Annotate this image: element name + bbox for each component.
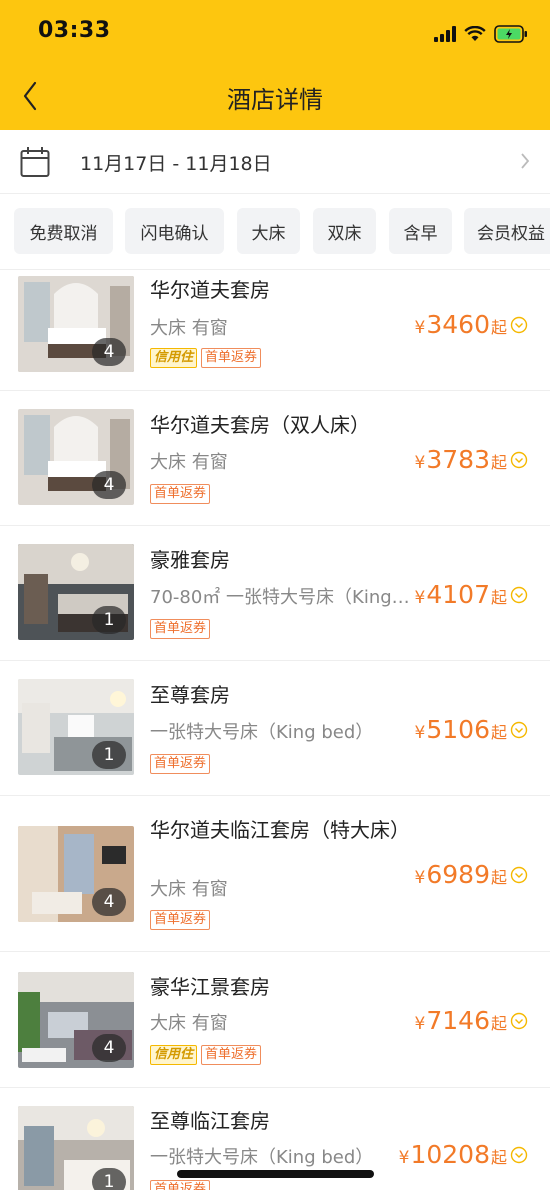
first-order-coupon-tag: 首单返券 [201, 1045, 262, 1065]
price-suffix: 起 [490, 723, 507, 742]
room-card[interactable]: 4 华尔道夫套房（双人床） 大床 有窗 首单返券 ¥ 3783 起 [0, 391, 550, 526]
expand-chevron-icon [510, 451, 528, 468]
expand-chevron-icon [510, 316, 528, 333]
price-value: 3783 [426, 445, 490, 474]
room-price[interactable]: ¥ 6989 起 [415, 860, 528, 889]
room-desc: 大床 有窗 [150, 452, 228, 473]
room-photo[interactable]: 1 [18, 679, 134, 775]
currency-symbol: ¥ [414, 318, 426, 338]
room-price[interactable]: ¥ 7146 起 [415, 1006, 528, 1035]
currency-symbol: ¥ [414, 723, 426, 743]
room-name: 华尔道夫临江套房（特大床） [150, 818, 410, 842]
first-order-coupon-tag: 首单返券 [201, 348, 262, 368]
photo-count: 4 [92, 471, 126, 499]
chevron-right-icon [521, 153, 530, 169]
price-suffix: 起 [490, 1014, 507, 1033]
room-name: 豪雅套房 [150, 548, 230, 572]
price-suffix: 起 [490, 318, 507, 337]
room-price[interactable]: ¥ 5106 起 [415, 715, 528, 744]
price-value: 6989 [426, 860, 490, 889]
room-card[interactable]: 4 豪华江景套房 大床 有窗 信用住 首单返券 ¥ 7146 起 [0, 952, 550, 1088]
wifi-icon [464, 26, 486, 42]
currency-symbol: ¥ [414, 453, 426, 473]
filter-twin-bed[interactable]: 双床 [313, 208, 376, 254]
room-name: 豪华江景套房 [150, 975, 270, 999]
room-price[interactable]: ¥ 10208 起 [399, 1140, 528, 1169]
expand-chevron-icon [510, 1012, 528, 1029]
status-time: 03:33 [38, 18, 111, 43]
first-order-coupon-tag: 首单返券 [150, 754, 211, 774]
photo-count: 4 [92, 1034, 126, 1062]
price-suffix: 起 [490, 453, 507, 472]
filter-instant-confirm[interactable]: 闪电确认 [125, 208, 224, 254]
photo-count: 4 [92, 338, 126, 366]
signal-icon [434, 26, 456, 42]
date-selector[interactable]: 11月17日 - 11月18日 [0, 130, 550, 194]
room-desc: 一张特大号床（King bed） [150, 1147, 374, 1168]
room-name: 至尊套房 [150, 683, 230, 707]
photo-count: 1 [92, 1168, 126, 1190]
room-photo[interactable]: 4 [18, 972, 134, 1068]
currency-symbol: ¥ [414, 588, 426, 608]
first-order-coupon-tag: 首单返券 [150, 619, 211, 639]
app-header: 03:33 酒店详情 [0, 0, 550, 130]
room-name: 华尔道夫套房 [150, 278, 270, 302]
filter-king-bed[interactable]: 大床 [237, 208, 300, 254]
expand-chevron-icon [510, 1146, 528, 1163]
price-value: 4107 [426, 580, 490, 609]
filter-member-benefits[interactable]: 会员权益 [464, 208, 550, 254]
room-price[interactable]: ¥ 4107 起 [415, 580, 528, 609]
room-price[interactable]: ¥ 3460 起 [415, 310, 528, 339]
price-value: 10208 [410, 1140, 490, 1169]
photo-count: 4 [92, 888, 126, 916]
room-photo[interactable]: 1 [18, 544, 134, 640]
expand-chevron-icon [510, 586, 528, 603]
room-card[interactable]: 4 华尔道夫临江套房（特大床） 大床 有窗 首单返券 ¥ 6989 起 [0, 796, 550, 952]
credit-stay-tag: 信用住 [150, 348, 198, 368]
status-icons [434, 22, 528, 46]
room-desc: 大床 有窗 [150, 879, 228, 900]
first-order-coupon-tag: 首单返券 [150, 484, 211, 504]
battery-icon [494, 25, 528, 43]
room-desc: 70-80㎡ 一张特大号床（King bed） [150, 587, 410, 608]
room-card[interactable]: 1 豪雅套房 70-80㎡ 一张特大号床（King bed） 首单返券 ¥ 41… [0, 526, 550, 661]
room-desc: 大床 有窗 [150, 1013, 228, 1034]
room-photo[interactable]: 4 [18, 409, 134, 505]
filter-free-cancel[interactable]: 免费取消 [14, 208, 113, 254]
expand-chevron-icon [510, 866, 528, 883]
currency-symbol: ¥ [414, 868, 426, 888]
price-value: 5106 [426, 715, 490, 744]
room-desc: 一张特大号床（King bed） [150, 722, 374, 743]
home-indicator[interactable] [177, 1170, 374, 1178]
expand-chevron-icon [510, 721, 528, 738]
price-value: 7146 [426, 1006, 490, 1035]
currency-symbol: ¥ [414, 1014, 426, 1034]
room-name: 至尊临江套房 [150, 1109, 270, 1133]
room-photo[interactable]: 4 [18, 826, 134, 922]
calendar-icon [20, 147, 50, 177]
room-name: 华尔道夫套房（双人床） [150, 413, 370, 437]
filter-breakfast[interactable]: 含早 [389, 208, 452, 254]
room-photo[interactable]: 4 [18, 276, 134, 372]
room-card[interactable]: 4 华尔道夫套房 大床 有窗 信用住 首单返券 ¥ 3460 起 [0, 270, 550, 391]
price-suffix: 起 [490, 1148, 507, 1167]
photo-count: 1 [92, 741, 126, 769]
first-order-coupon-tag: 首单返券 [150, 1180, 211, 1190]
date-range: 11月17日 - 11月18日 [80, 153, 272, 175]
filter-bar: 免费取消 闪电确认 大床 双床 含早 会员权益 [0, 195, 550, 270]
room-price[interactable]: ¥ 3783 起 [415, 445, 528, 474]
room-desc: 大床 有窗 [150, 318, 228, 339]
price-suffix: 起 [490, 588, 507, 607]
price-value: 3460 [426, 310, 490, 339]
room-photo[interactable]: 1 [18, 1106, 134, 1190]
room-card[interactable]: 1 至尊套房 一张特大号床（King bed） 首单返券 ¥ 5106 起 [0, 661, 550, 796]
currency-symbol: ¥ [398, 1148, 410, 1168]
first-order-coupon-tag: 首单返券 [150, 910, 211, 930]
photo-count: 1 [92, 606, 126, 634]
price-suffix: 起 [490, 868, 507, 887]
page-title: 酒店详情 [227, 86, 323, 114]
credit-stay-tag: 信用住 [150, 1045, 198, 1065]
